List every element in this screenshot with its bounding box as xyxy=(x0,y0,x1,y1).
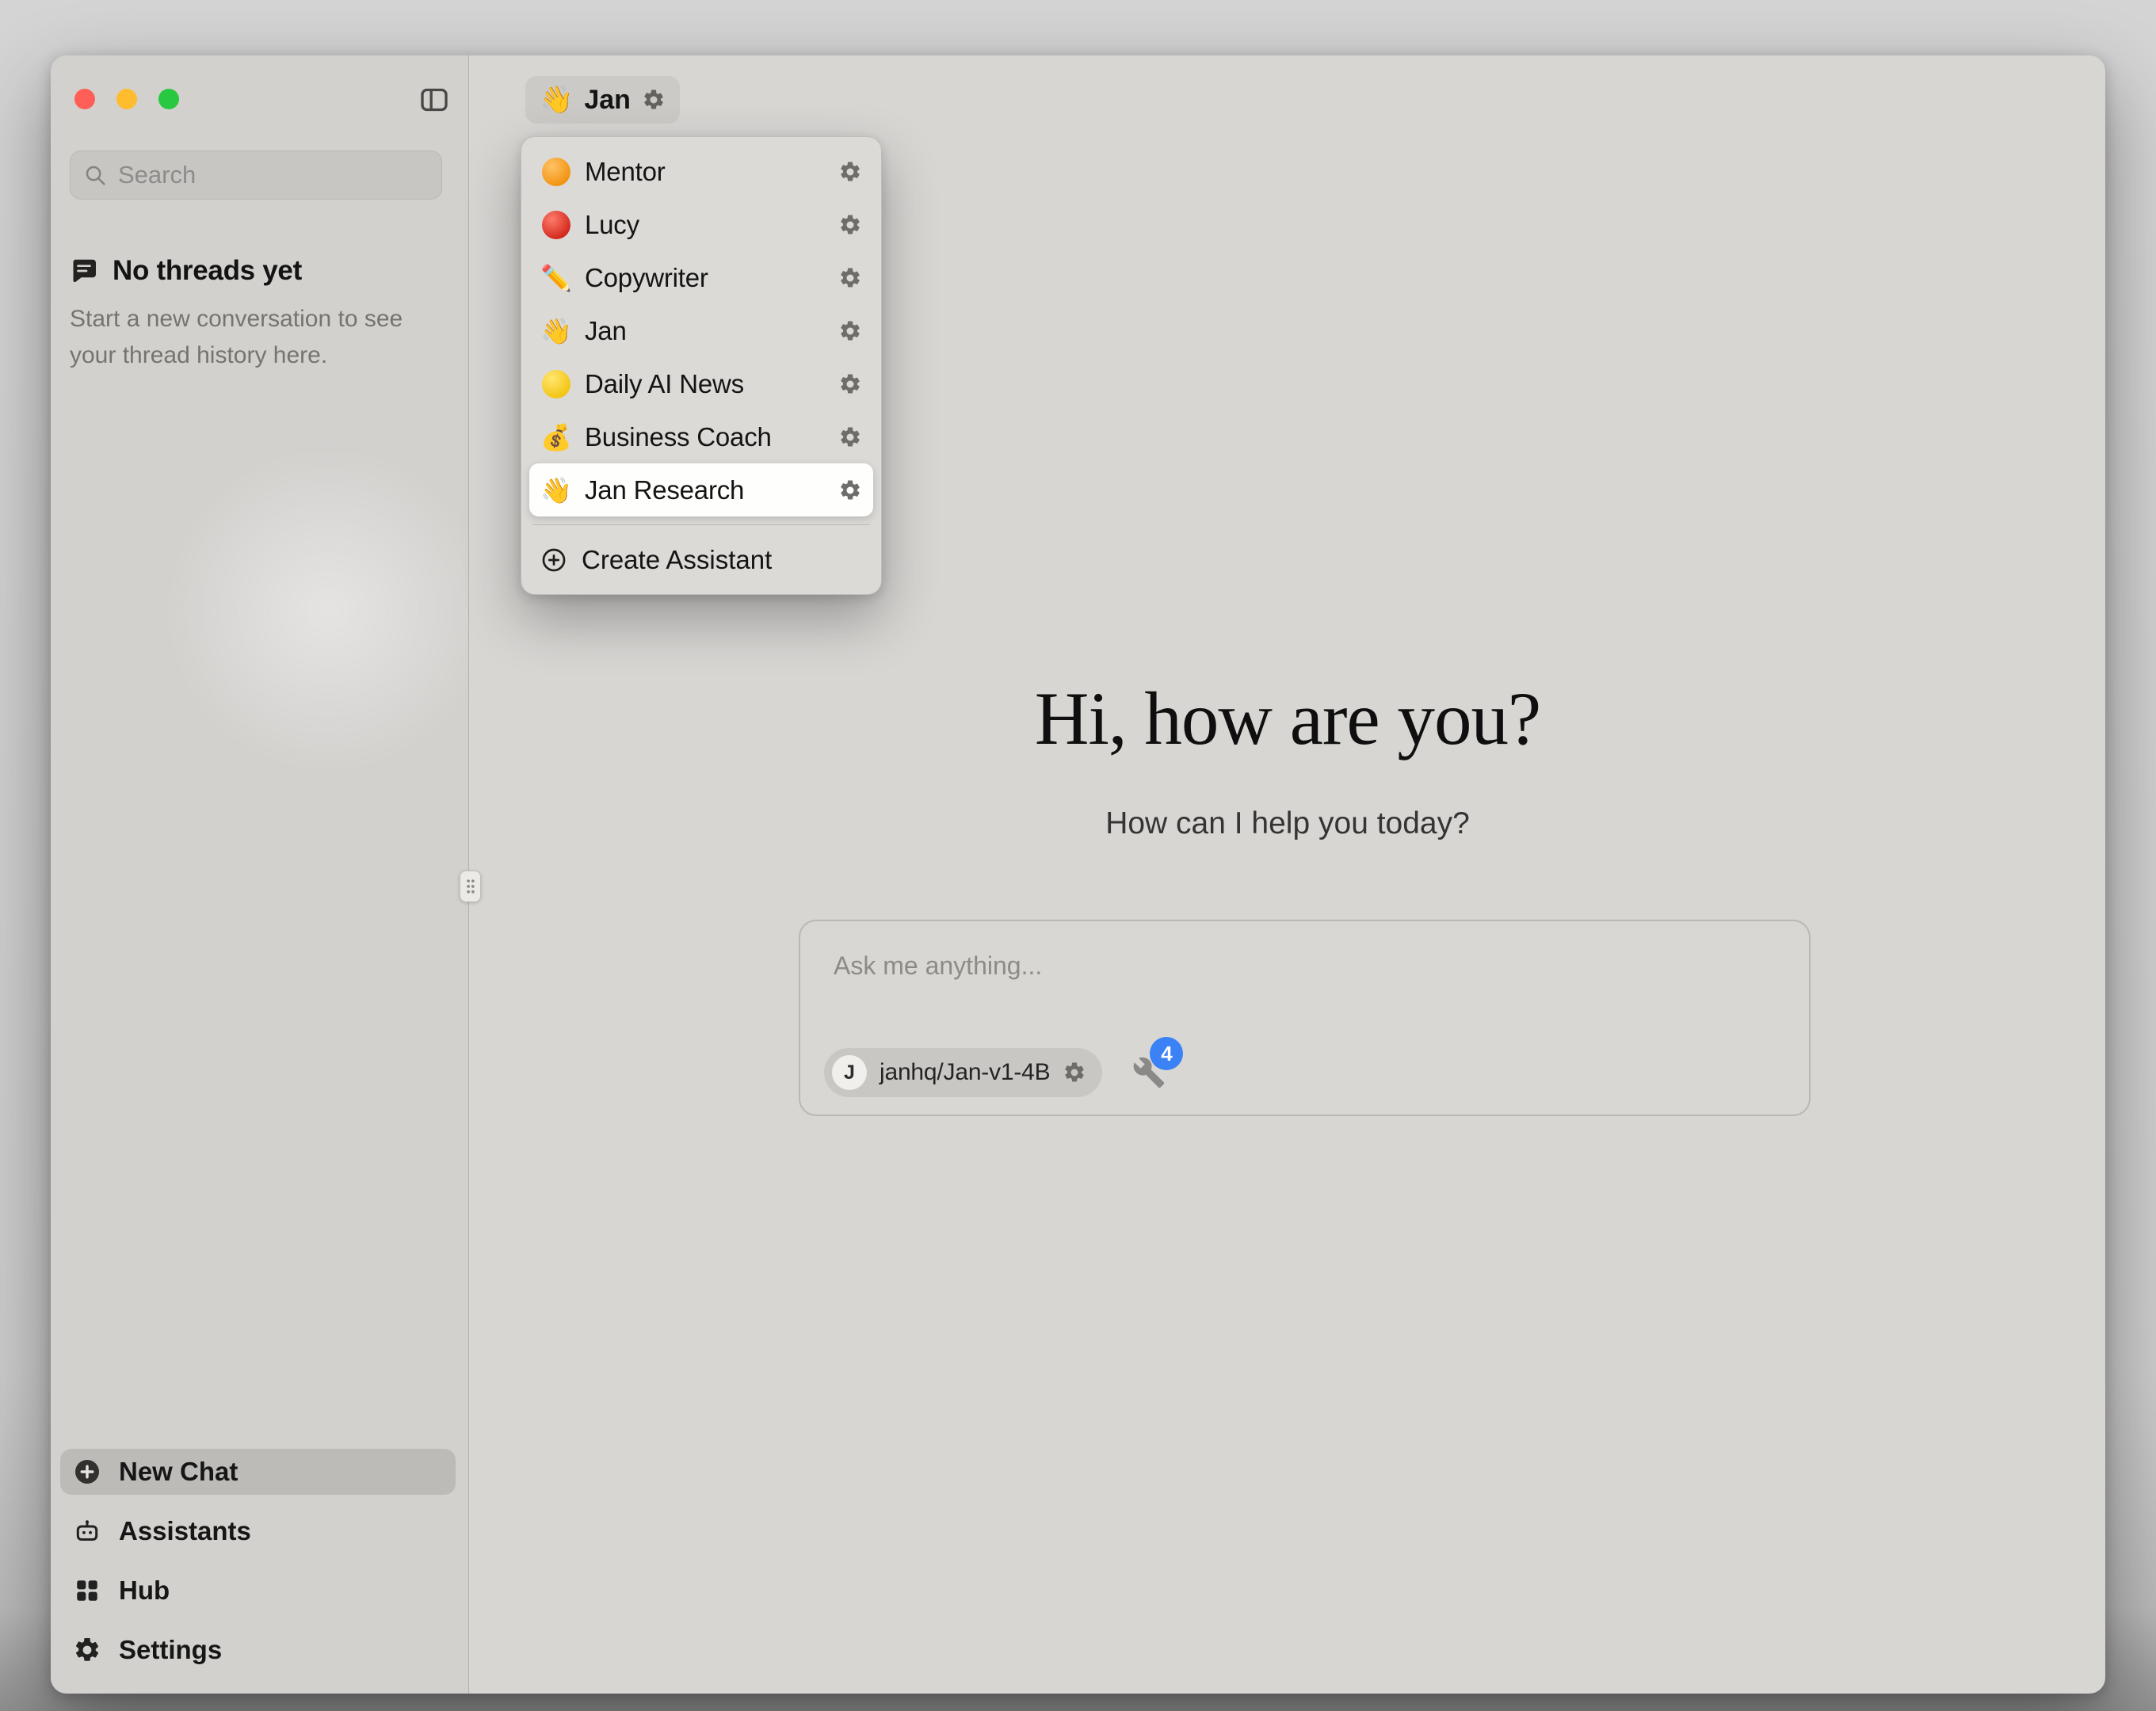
assistant-emoji: 👋 xyxy=(540,474,572,506)
app-window: No threads yet Start a new conversation … xyxy=(51,55,2105,1694)
assistant-selector-button[interactable]: 👋 Jan xyxy=(525,76,680,124)
assistant-emoji: 👋 xyxy=(540,84,573,116)
grip-dots-icon xyxy=(464,877,477,896)
model-settings-gear-icon[interactable] xyxy=(1063,1061,1086,1084)
assistant-emoji: 🟠 xyxy=(542,158,570,186)
chat-bubble-icon xyxy=(70,257,98,285)
plus-circle-outline-icon xyxy=(540,547,567,574)
sidebar-item-new-chat[interactable]: New Chat xyxy=(60,1449,456,1495)
assistant-emoji: 💰 xyxy=(540,421,572,453)
create-assistant-button[interactable]: Create Assistant xyxy=(529,533,873,586)
assistant-settings-icon[interactable] xyxy=(838,478,862,502)
chat-composer[interactable]: J janhq/Jan-v1-4B 4 xyxy=(799,920,1811,1116)
assistant-menu-item-label: Business Coach xyxy=(585,422,826,452)
assistant-name: Jan xyxy=(584,85,631,116)
panel-toggle-icon xyxy=(418,84,450,116)
sidebar: No threads yet Start a new conversation … xyxy=(51,55,469,1694)
assistant-menu-item-label: Jan Research xyxy=(585,475,826,505)
assistant-menu-item[interactable]: 🟠 Mentor xyxy=(529,145,873,198)
search-input[interactable] xyxy=(118,161,434,189)
empty-state-title: No threads yet xyxy=(113,255,302,287)
menu-divider xyxy=(532,524,870,525)
search-box[interactable] xyxy=(70,151,442,200)
assistant-settings-gear-icon[interactable] xyxy=(642,88,666,112)
assistant-settings-icon[interactable] xyxy=(838,372,862,396)
assistant-menu-item-label: Mentor xyxy=(585,157,826,187)
sidebar-nav: New Chat Assistants Hub Settings xyxy=(60,1449,456,1673)
assistant-emoji: 🟡 xyxy=(542,370,570,398)
composer-toolbar: J janhq/Jan-v1-4B 4 xyxy=(824,1048,1166,1097)
assistant-menu-list: 🟠 Mentor 🍎 Lucy ✏️ Copywriter xyxy=(529,145,873,516)
assistant-menu-item-label: Lucy xyxy=(585,210,826,240)
nav-item-label: Hub xyxy=(119,1576,170,1606)
traffic-lights xyxy=(74,89,179,109)
assistant-settings-icon[interactable] xyxy=(838,213,862,237)
sidebar-resize-handle[interactable] xyxy=(460,871,481,902)
welcome-hero: Hi, how are you? How can I help you toda… xyxy=(470,675,2105,841)
assistants-icon xyxy=(73,1517,101,1545)
assistant-menu-item[interactable]: 💰 Business Coach xyxy=(529,410,873,463)
model-name: janhq/Jan-v1-4B xyxy=(880,1059,1050,1086)
assistant-emoji: ✏️ xyxy=(540,262,572,294)
close-window-button[interactable] xyxy=(74,89,95,109)
assistant-menu-item-label: Jan xyxy=(585,316,826,346)
zoom-window-button[interactable] xyxy=(158,89,179,109)
sidebar-item-settings[interactable]: Settings xyxy=(60,1627,456,1673)
model-selector-button[interactable]: J janhq/Jan-v1-4B xyxy=(824,1048,1102,1097)
hub-icon xyxy=(73,1576,101,1605)
chat-input[interactable] xyxy=(834,951,1776,981)
assistant-settings-icon[interactable] xyxy=(838,319,862,343)
nav-item-label: New Chat xyxy=(119,1457,238,1487)
assistant-menu-item[interactable]: 🟡 Daily AI News xyxy=(529,357,873,410)
assistant-settings-icon[interactable] xyxy=(838,160,862,184)
assistant-menu-item[interactable]: ✏️ Copywriter xyxy=(529,251,873,304)
assistant-emoji: 👋 xyxy=(540,315,572,347)
threads-empty-state: No threads yet Start a new conversation … xyxy=(70,255,433,374)
minimize-window-button[interactable] xyxy=(116,89,137,109)
plus-circle-icon xyxy=(73,1458,101,1486)
main-area: 👋 Jan 🟠 Mentor 🍎 Lucy xyxy=(470,55,2105,1694)
sidebar-toggle-button[interactable] xyxy=(418,84,450,116)
assistant-menu-item-label: Daily AI News xyxy=(585,369,826,399)
assistant-menu-item[interactable]: 👋 Jan xyxy=(529,304,873,357)
assistant-settings-icon[interactable] xyxy=(838,425,862,449)
settings-gear-icon xyxy=(73,1636,101,1664)
assistant-menu-item[interactable]: 🍎 Lucy xyxy=(529,198,873,251)
sidebar-item-hub[interactable]: Hub xyxy=(60,1568,456,1614)
greeting-title: Hi, how are you? xyxy=(470,675,2105,762)
greeting-subtitle: How can I help you today? xyxy=(470,806,2105,841)
assistant-settings-icon[interactable] xyxy=(838,266,862,290)
empty-state-description: Start a new conversation to see your thr… xyxy=(70,301,433,374)
nav-item-label: Settings xyxy=(119,1635,222,1665)
search-icon xyxy=(83,163,107,187)
assistant-emoji: 🍎 xyxy=(542,211,570,239)
tools-count-badge: 4 xyxy=(1150,1037,1183,1070)
assistant-menu: 🟠 Mentor 🍎 Lucy ✏️ Copywriter xyxy=(521,136,882,595)
assistant-menu-item-label: Copywriter xyxy=(585,263,826,293)
tools-button[interactable]: 4 xyxy=(1132,1056,1166,1089)
create-assistant-label: Create Assistant xyxy=(582,545,772,575)
nav-item-label: Assistants xyxy=(119,1516,251,1546)
sidebar-item-assistants[interactable]: Assistants xyxy=(60,1508,456,1554)
assistant-menu-item[interactable]: 👋 Jan Research xyxy=(529,463,873,516)
model-avatar: J xyxy=(832,1055,867,1090)
